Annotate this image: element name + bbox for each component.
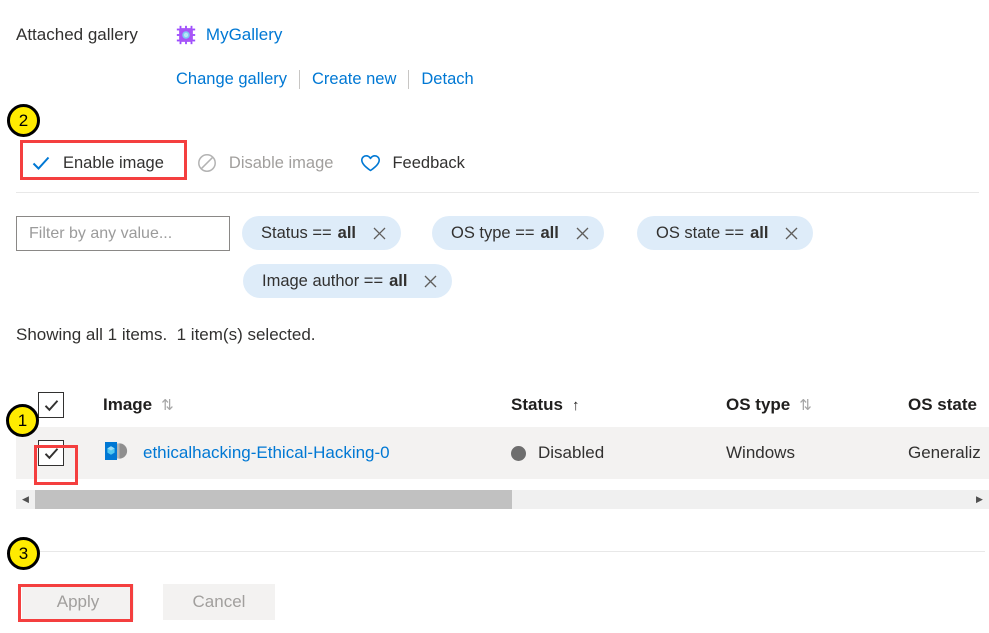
filter-pill-os-type[interactable]: OS type == all bbox=[432, 216, 604, 250]
table-header-row: Image ⇅ Status ↑ OS type ⇅ OS state bbox=[16, 383, 989, 427]
annotation-badge-2: 2 bbox=[7, 104, 40, 137]
filter-pill-status[interactable]: Status == all bbox=[242, 216, 401, 250]
column-header-os-state[interactable]: OS state bbox=[908, 395, 989, 415]
disable-image-label: Disable image bbox=[228, 153, 334, 172]
footer-divider bbox=[16, 551, 985, 552]
azure-image-icon bbox=[103, 438, 143, 469]
scrollbar-thumb[interactable] bbox=[35, 490, 512, 509]
gallery-name-link[interactable]: MyGallery bbox=[206, 25, 283, 45]
column-header-status[interactable]: Status ↑ bbox=[511, 395, 726, 415]
column-header-image[interactable]: Image ⇅ bbox=[103, 395, 511, 415]
toolbar-divider bbox=[16, 192, 979, 193]
horizontal-scrollbar[interactable]: ◀ ▶ bbox=[16, 490, 989, 509]
table-row[interactable]: ethicalhacking-Ethical-Hacking-0 Disable… bbox=[16, 427, 989, 479]
close-icon[interactable] bbox=[371, 225, 388, 242]
filter-pill-image-author-value: all bbox=[389, 271, 408, 290]
gallery-chip-icon bbox=[175, 24, 197, 46]
column-header-os-state-label: OS state bbox=[908, 395, 977, 414]
images-table: Image ⇅ Status ↑ OS type ⇅ OS state ethi… bbox=[16, 383, 989, 479]
annotation-badge-3: 3 bbox=[7, 537, 40, 570]
close-icon[interactable] bbox=[783, 225, 800, 242]
filter-pill-os-state-field: OS state == bbox=[656, 223, 745, 242]
feedback-label: Feedback bbox=[392, 153, 465, 172]
filter-pill-os-type-field: OS type == bbox=[451, 223, 535, 242]
action-divider bbox=[408, 70, 410, 89]
close-icon[interactable] bbox=[574, 225, 591, 242]
select-all-checkbox[interactable] bbox=[38, 392, 64, 418]
row-image-name-link[interactable]: ethicalhacking-Ethical-Hacking-0 bbox=[143, 443, 390, 463]
row-status-cell: Disabled bbox=[511, 443, 726, 463]
attached-gallery-label: Attached gallery bbox=[16, 25, 138, 44]
select-all-cell bbox=[16, 392, 103, 418]
chevron-left-icon[interactable]: ◀ bbox=[16, 490, 35, 509]
heart-icon bbox=[359, 152, 381, 174]
sort-both-icon: ⇅ bbox=[161, 397, 174, 414]
action-divider bbox=[299, 70, 300, 89]
filter-pill-image-author-field: Image author == bbox=[262, 271, 384, 290]
change-gallery-link[interactable]: Change gallery bbox=[176, 70, 287, 89]
filter-input[interactable] bbox=[16, 216, 230, 251]
detach-link[interactable]: Detach bbox=[421, 70, 473, 89]
apply-button[interactable]: Apply bbox=[22, 584, 134, 620]
row-select-cell bbox=[16, 440, 103, 466]
filter-pill-os-state[interactable]: OS state == all bbox=[637, 216, 814, 250]
filter-pill-os-type-value: all bbox=[540, 223, 559, 242]
row-image-cell: ethicalhacking-Ethical-Hacking-0 bbox=[103, 438, 511, 469]
row-os-type-cell: Windows bbox=[726, 443, 795, 462]
block-icon bbox=[196, 152, 218, 174]
row-checkbox[interactable] bbox=[38, 440, 64, 466]
column-header-status-label: Status bbox=[511, 395, 563, 414]
feedback-button[interactable]: Feedback bbox=[351, 146, 472, 180]
checkmark-icon bbox=[30, 152, 52, 174]
results-status-text: Showing all 1 items. 1 item(s) selected. bbox=[16, 325, 316, 344]
filter-pill-status-field: Status == bbox=[261, 223, 332, 242]
cancel-button[interactable]: Cancel bbox=[163, 584, 275, 620]
column-header-os-type[interactable]: OS type ⇅ bbox=[726, 395, 908, 415]
command-toolbar: Enable image Disable image Feedback bbox=[22, 146, 473, 180]
enable-image-button[interactable]: Enable image bbox=[22, 146, 172, 180]
filter-pill-status-value: all bbox=[337, 223, 356, 242]
attached-gallery-row: Attached gallery MyGallery bbox=[16, 24, 282, 46]
chevron-right-icon[interactable]: ▶ bbox=[970, 490, 989, 509]
column-header-os-type-label: OS type bbox=[726, 395, 791, 414]
footer-actions: Apply Cancel bbox=[22, 584, 275, 620]
column-header-image-label: Image bbox=[103, 395, 153, 414]
gallery-name-group: MyGallery bbox=[175, 24, 283, 46]
sort-both-icon: ⇅ bbox=[799, 397, 812, 414]
filter-pill-os-state-value: all bbox=[750, 223, 769, 242]
status-dot-icon bbox=[511, 445, 526, 461]
enable-image-label: Enable image bbox=[63, 153, 164, 172]
sort-ascending-icon: ↑ bbox=[571, 396, 580, 414]
filter-pill-image-author[interactable]: Image author == all bbox=[243, 264, 453, 298]
gallery-actions: Change gallery Create new Detach bbox=[176, 70, 474, 89]
disable-image-button: Disable image bbox=[188, 146, 342, 180]
close-icon[interactable] bbox=[422, 273, 439, 290]
create-new-link[interactable]: Create new bbox=[312, 70, 396, 89]
row-status-label: Disabled bbox=[538, 443, 605, 462]
row-os-state-cell: Generaliz bbox=[908, 443, 981, 462]
scrollbar-track[interactable] bbox=[35, 490, 970, 509]
